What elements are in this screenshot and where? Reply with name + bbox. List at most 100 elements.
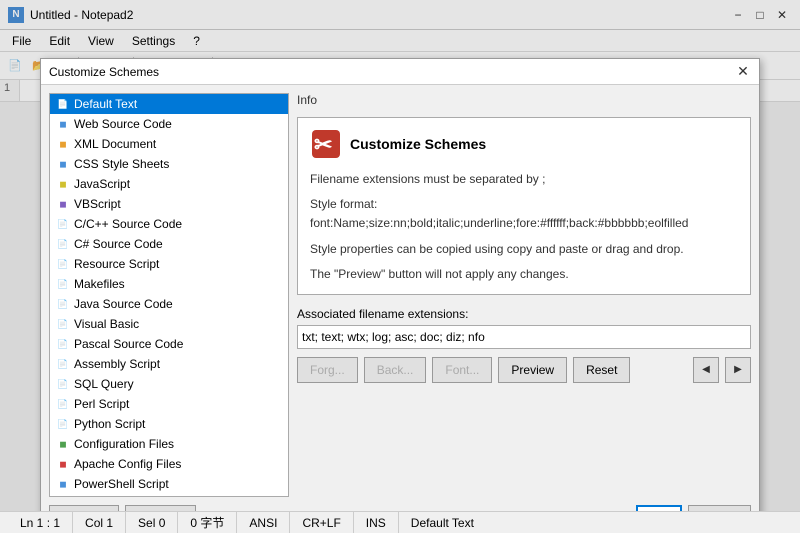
info-line4: The "Preview" button will not apply any … (310, 265, 738, 284)
scheme-item-powershell[interactable]: ◼ PowerShell Script (50, 474, 288, 494)
info-line1: Filename extensions must be separated by… (310, 170, 738, 189)
scheme-item-css[interactable]: ◼ CSS Style Sheets (50, 154, 288, 174)
scheme-icon-make: 📄 (56, 277, 70, 291)
scheme-label-12: Pascal Source Code (74, 337, 183, 351)
scheme-item-makefiles[interactable]: 📄 Makefiles (50, 274, 288, 294)
info-section-label: Info (297, 93, 751, 107)
scheme-item-resource[interactable]: 📄 Resource Script (50, 254, 288, 274)
status-ln: Ln 1 : 1 (8, 512, 73, 533)
scheme-icon-cfg: ◼ (56, 437, 70, 451)
scheme-label-10: Java Source Code (74, 297, 173, 311)
status-ins: INS (354, 512, 399, 533)
info-style-format: Style format: font:Name;size:nn;bold;ita… (310, 195, 738, 233)
scheme-icon-java: 📄 (56, 297, 70, 311)
dialog-title-bar: Customize Schemes ✕ (41, 59, 759, 85)
scheme-label-3: CSS Style Sheets (74, 157, 169, 171)
scheme-label-11: Visual Basic (74, 317, 139, 331)
scheme-label-14: SQL Query (74, 377, 134, 391)
scheme-item-default-text[interactable]: 📄 Default Text (50, 94, 288, 114)
scheme-item-batch[interactable]: 📄 Batch Files (50, 494, 288, 497)
scheme-item-config[interactable]: ◼ Configuration Files (50, 434, 288, 454)
svg-text:✂: ✂ (314, 132, 332, 157)
dialog-backdrop: Customize Schemes ✕ 📄 Default Text ◼ Web… (0, 0, 800, 533)
scheme-label-6: C/C++ Source Code (74, 217, 182, 231)
scheme-label-15: Perl Script (74, 397, 129, 411)
scheme-item-javascript[interactable]: ◼ JavaScript (50, 174, 288, 194)
dialog-body: 📄 Default Text ◼ Web Source Code ◼ XML D… (41, 85, 759, 505)
scheme-label-16: Python Script (74, 417, 145, 431)
scheme-label-0: Default Text (74, 97, 137, 111)
scheme-icon-js: ◼ (56, 177, 70, 191)
filename-ext-section: Associated filename extensions: (297, 303, 751, 349)
info-title: Customize Schemes (350, 136, 486, 152)
scheme-icon-cs: 📄 (56, 237, 70, 251)
scheme-label-5: VBScript (74, 197, 121, 211)
dialog-close-button[interactable]: ✕ (735, 64, 751, 80)
forg-button[interactable]: Forg... (297, 357, 358, 383)
info-box: ✂ Customize Schemes Filename extensions … (297, 117, 751, 295)
scheme-item-python[interactable]: 📄 Python Script (50, 414, 288, 434)
scheme-icon-rc: 📄 (56, 257, 70, 271)
scheme-buttons-row: Forg... Back... Font... Preview Reset ◀ … (297, 357, 751, 383)
reset-button[interactable]: Reset (573, 357, 630, 383)
customize-schemes-dialog: Customize Schemes ✕ 📄 Default Text ◼ Web… (40, 58, 760, 533)
scheme-label-17: Configuration Files (74, 437, 174, 451)
back-button[interactable]: Back... (364, 357, 427, 383)
status-chars: 0 字节 (178, 512, 237, 533)
scheme-item-vbscript[interactable]: ◼ VBScript (50, 194, 288, 214)
scheme-icon-css: ◼ (56, 157, 70, 171)
scheme-item-web-source[interactable]: ◼ Web Source Code (50, 114, 288, 134)
scheme-item-sql[interactable]: 📄 SQL Query (50, 374, 288, 394)
info-style-label: Style format: (310, 197, 377, 211)
scheme-item-xml[interactable]: ◼ XML Document (50, 134, 288, 154)
status-encoding: ANSI (237, 512, 290, 533)
scheme-icon-vb: 📄 (56, 317, 70, 331)
scheme-item-apache[interactable]: ◼ Apache Config Files (50, 454, 288, 474)
nav-prev-button[interactable]: ◀ (693, 357, 719, 383)
info-panel: Info ✂ Customize Schemes Filename extens… (297, 93, 751, 497)
scheme-item-perl[interactable]: 📄 Perl Script (50, 394, 288, 414)
scheme-icon-perl: 📄 (56, 397, 70, 411)
scheme-label-19: PowerShell Script (74, 477, 169, 491)
scheme-label-13: Assembly Script (74, 357, 160, 371)
info-line3: Style properties can be copied using cop… (310, 240, 738, 259)
info-style-value: font:Name;size:nn;bold;italic;underline;… (310, 216, 688, 230)
dialog-title: Customize Schemes (49, 65, 159, 79)
scheme-icon-apache: ◼ (56, 457, 70, 471)
scheme-label-1: Web Source Code (74, 117, 172, 131)
scheme-icon-ps: ◼ (56, 477, 70, 491)
scheme-label-18: Apache Config Files (74, 457, 181, 471)
status-line-ending: CR+LF (290, 512, 353, 533)
filename-ext-input[interactable] (297, 325, 751, 349)
scheme-item-java[interactable]: 📄 Java Source Code (50, 294, 288, 314)
scheme-icon-default: 📄 (56, 97, 70, 111)
nav-next-button[interactable]: ▶ (725, 357, 751, 383)
info-logo-icon: ✂ (310, 128, 342, 160)
scheme-icon-sql: 📄 (56, 377, 70, 391)
scheme-item-cpp[interactable]: 📄 C/C++ Source Code (50, 214, 288, 234)
info-header: ✂ Customize Schemes (310, 128, 738, 160)
scheme-icon-pascal: 📄 (56, 337, 70, 351)
scheme-list[interactable]: 📄 Default Text ◼ Web Source Code ◼ XML D… (49, 93, 289, 497)
scheme-icon-cpp: 📄 (56, 217, 70, 231)
scheme-label-2: XML Document (74, 137, 156, 151)
font-button[interactable]: Font... (432, 357, 492, 383)
scheme-icon-web: ◼ (56, 117, 70, 131)
scheme-item-pascal[interactable]: 📄 Pascal Source Code (50, 334, 288, 354)
scheme-label-9: Makefiles (74, 277, 125, 291)
scheme-item-csharp[interactable]: 📄 C# Source Code (50, 234, 288, 254)
scheme-icon-py: 📄 (56, 417, 70, 431)
scheme-icon-xml: ◼ (56, 137, 70, 151)
status-bar: Ln 1 : 1 Col 1 Sel 0 0 字节 ANSI CR+LF INS… (0, 511, 800, 533)
scheme-icon-vbs: ◼ (56, 197, 70, 211)
scheme-label-7: C# Source Code (74, 237, 163, 251)
status-scheme: Default Text (399, 512, 486, 533)
scheme-item-vbasic[interactable]: 📄 Visual Basic (50, 314, 288, 334)
scheme-label-8: Resource Script (74, 257, 159, 271)
scheme-icon-asm: 📄 (56, 357, 70, 371)
status-sel: Sel 0 (126, 512, 178, 533)
scheme-item-assembly[interactable]: 📄 Assembly Script (50, 354, 288, 374)
preview-button[interactable]: Preview (498, 357, 567, 383)
status-col: Col 1 (73, 512, 126, 533)
filename-ext-label: Associated filename extensions: (297, 307, 751, 321)
